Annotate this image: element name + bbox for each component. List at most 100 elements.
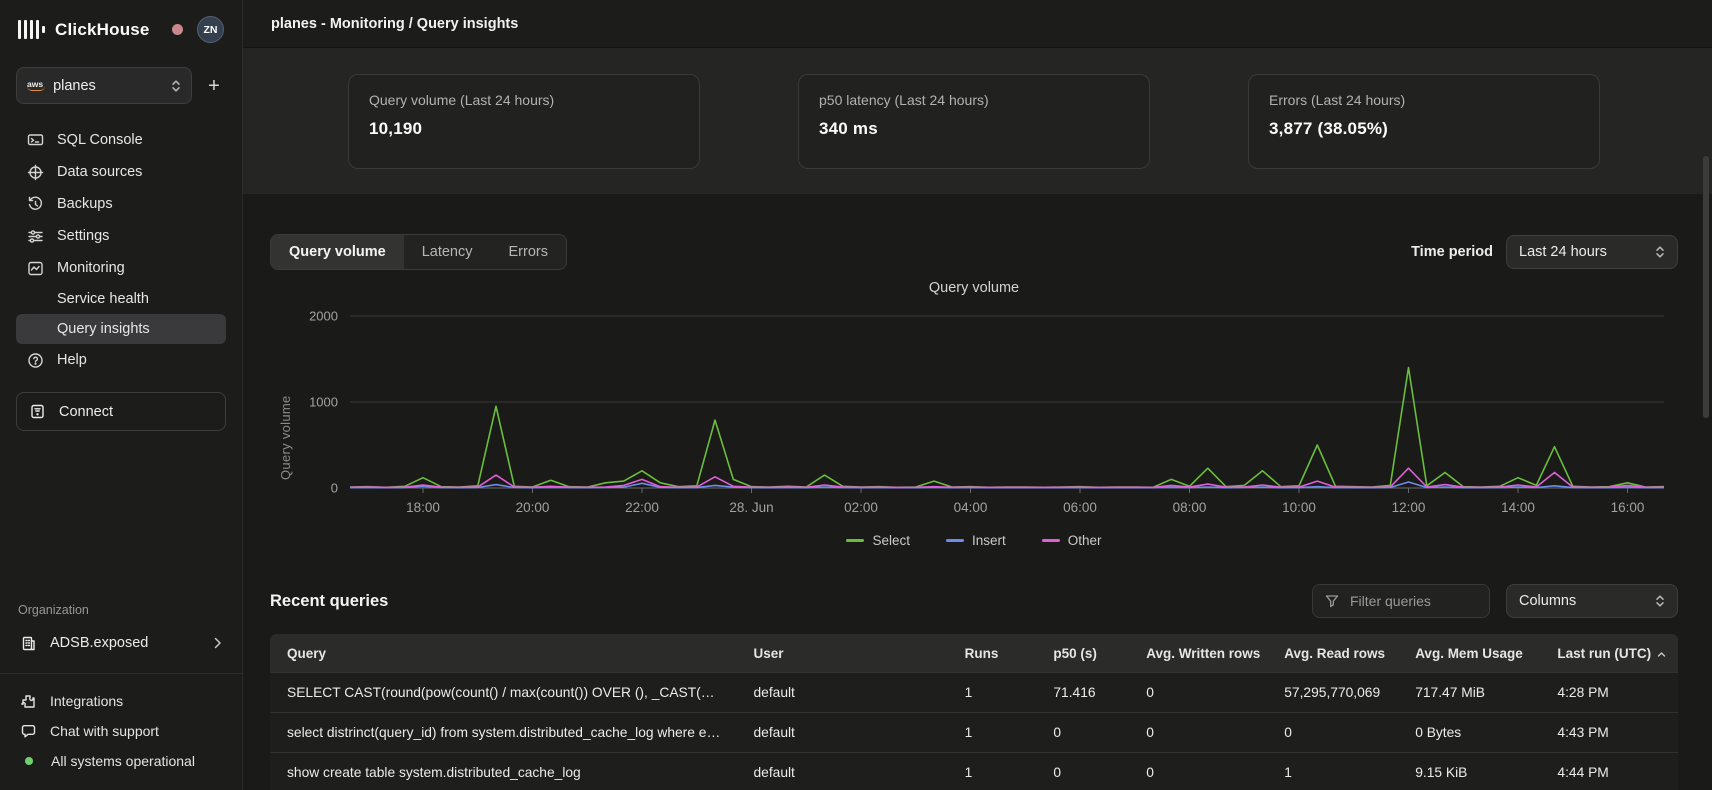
chevron-updown-icon	[1655, 245, 1665, 259]
cell-p50: 0	[1037, 752, 1130, 790]
cell-user: default	[737, 752, 948, 790]
svg-text:12:00: 12:00	[1392, 500, 1426, 515]
table-row[interactable]: show create table system.distributed_cac…	[270, 752, 1678, 790]
cell-query: SELECT CAST(round(pow(count() / max(coun…	[270, 672, 737, 712]
stat-value: 3,877 (38.05%)	[1269, 119, 1579, 139]
legend-swatch-insert	[946, 539, 964, 542]
chart-tabs: Query volume Latency Errors	[270, 234, 567, 270]
cell-last-run: 4:43 PM	[1541, 712, 1678, 752]
organization-name: ADSB.exposed	[50, 635, 148, 651]
sidebar-item-label: Query insights	[57, 321, 150, 337]
sort-ascending-icon	[1657, 646, 1666, 661]
add-service-button[interactable]: +	[202, 76, 226, 96]
sidebar-item-help[interactable]: Help	[16, 344, 226, 376]
organization-section-label: Organization	[16, 603, 226, 617]
svg-text:02:00: 02:00	[844, 500, 878, 515]
time-period-label: Time period	[1411, 244, 1493, 260]
sidebar-item-settings[interactable]: Settings	[16, 220, 226, 252]
chart-legend: Select Insert Other	[270, 533, 1678, 548]
topbar: planes - Monitoring / Query insights	[243, 0, 1712, 48]
status-ok-icon	[25, 757, 33, 765]
filter-queries-input[interactable]	[1348, 592, 1477, 610]
sidebar-divider	[0, 673, 242, 674]
legend-swatch-select	[846, 539, 864, 542]
footer-item-label: All systems operational	[51, 753, 195, 769]
integrations-item[interactable]: Integrations	[16, 686, 226, 716]
table-row[interactable]: SELECT CAST(round(pow(count() / max(coun…	[270, 672, 1678, 712]
sidebar-item-label: Backups	[57, 196, 113, 212]
filter-queries-box	[1312, 584, 1490, 618]
column-header-avg-mem[interactable]: Avg. Mem Usage	[1399, 634, 1541, 672]
building-icon	[20, 635, 37, 652]
legend-item-other[interactable]: Other	[1042, 533, 1102, 548]
sidebar-nav: SQL Console Data sources Backups Setting…	[16, 124, 226, 376]
column-header-p50[interactable]: p50 (s)	[1037, 634, 1130, 672]
chat-bubble-icon	[20, 723, 37, 740]
app-root: ClickHouse ZN aws planes + SQL Console	[0, 0, 1712, 790]
legend-item-insert[interactable]: Insert	[946, 533, 1006, 548]
main-area: planes - Monitoring / Query insights Que…	[243, 0, 1712, 790]
monitoring-chart-icon	[26, 259, 44, 277]
table-header-row: Query User Runs p50 (s) Avg. Written row…	[270, 634, 1678, 672]
stat-value: 10,190	[369, 119, 679, 139]
system-status-item[interactable]: All systems operational	[16, 746, 226, 776]
column-header-user[interactable]: User	[737, 634, 948, 672]
sidebar-item-label: Monitoring	[57, 260, 125, 276]
notification-dot[interactable]	[172, 24, 183, 35]
recent-queries-title: Recent queries	[270, 592, 388, 611]
svg-text:28. Jun: 28. Jun	[729, 500, 773, 515]
table-row[interactable]: select distrinct(query_id) from system.d…	[270, 712, 1678, 752]
sidebar-item-monitoring[interactable]: Monitoring	[16, 252, 226, 284]
service-selector[interactable]: aws planes	[16, 67, 192, 104]
scrollbar[interactable]	[1703, 156, 1709, 418]
column-header-runs[interactable]: Runs	[949, 634, 1038, 672]
brand-name: ClickHouse	[55, 20, 150, 40]
sidebar-item-service-health[interactable]: Service health	[16, 284, 226, 314]
svg-text:10:00: 10:00	[1282, 500, 1316, 515]
stat-card-errors: Errors (Last 24 hours) 3,877 (38.05%)	[1248, 74, 1600, 169]
svg-text:1000: 1000	[309, 395, 338, 410]
breadcrumb: planes - Monitoring / Query insights	[271, 16, 518, 32]
clickhouse-logo-icon	[18, 20, 45, 39]
svg-text:22:00: 22:00	[625, 500, 659, 515]
columns-select[interactable]: Columns	[1506, 584, 1678, 618]
content: Query volume Latency Errors Time period …	[243, 194, 1712, 790]
sidebar-item-label: Service health	[57, 291, 149, 307]
cell-avg-mem: 717.47 MiB	[1399, 672, 1541, 712]
aws-icon: aws	[27, 80, 43, 92]
cell-user: default	[737, 712, 948, 752]
history-icon	[26, 195, 44, 213]
sidebar-item-sql-console[interactable]: SQL Console	[16, 124, 226, 156]
column-header-query[interactable]: Query	[270, 634, 737, 672]
stat-card-p50-latency: p50 latency (Last 24 hours) 340 ms	[798, 74, 1150, 169]
svg-text:18:00: 18:00	[406, 500, 440, 515]
cell-runs: 1	[949, 712, 1038, 752]
tab-query-volume[interactable]: Query volume	[271, 235, 404, 269]
legend-item-select[interactable]: Select	[846, 533, 910, 548]
time-period-select[interactable]: Last 24 hours	[1506, 235, 1678, 269]
column-header-avg-written[interactable]: Avg. Written rows	[1130, 634, 1268, 672]
legend-swatch-other	[1042, 539, 1060, 542]
sidebar-item-backups[interactable]: Backups	[16, 188, 226, 220]
funnel-icon	[1325, 594, 1339, 608]
avatar[interactable]: ZN	[197, 16, 224, 43]
organization-item[interactable]: ADSB.exposed	[16, 627, 226, 659]
cell-avg-written: 0	[1130, 752, 1268, 790]
cell-last-run: 4:28 PM	[1541, 672, 1678, 712]
column-header-last-run[interactable]: Last run (UTC)	[1541, 634, 1678, 672]
svg-text:08:00: 08:00	[1173, 500, 1207, 515]
chat-support-item[interactable]: Chat with support	[16, 716, 226, 746]
cell-query: show create table system.distributed_cac…	[270, 752, 737, 790]
column-header-avg-read[interactable]: Avg. Read rows	[1268, 634, 1399, 672]
cell-avg-written: 0	[1130, 672, 1268, 712]
sidebar-item-data-sources[interactable]: Data sources	[16, 156, 226, 188]
connect-button[interactable]: Connect	[16, 392, 226, 431]
stats-band: Query volume (Last 24 hours) 10,190 p50 …	[243, 48, 1712, 194]
chart-plot: 01000200018:0020:0022:0028. Jun02:0004:0…	[270, 302, 1674, 528]
cell-avg-mem: 9.15 KiB	[1399, 752, 1541, 790]
tab-latency[interactable]: Latency	[404, 235, 491, 269]
logo-row: ClickHouse ZN	[16, 12, 226, 45]
tab-errors[interactable]: Errors	[491, 235, 566, 269]
service-name: planes	[53, 78, 96, 94]
sidebar-item-query-insights[interactable]: Query insights	[16, 314, 226, 344]
